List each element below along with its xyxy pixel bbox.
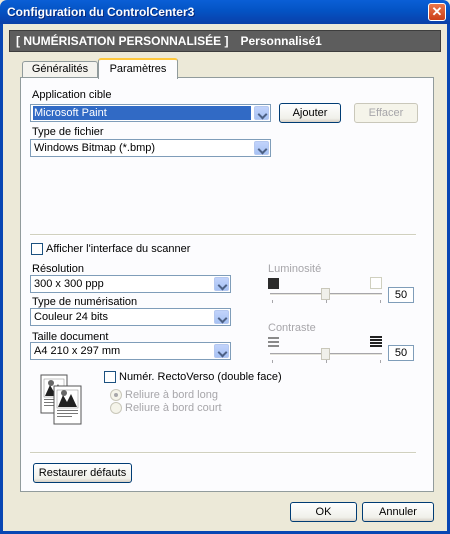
brightness-slider-thumb[interactable]	[321, 288, 330, 300]
duplex-page-icon	[38, 370, 88, 428]
tab-settings[interactable]: Paramètres	[98, 58, 178, 79]
title-bar: Configuration du ControlCenter3 ✕	[0, 0, 450, 24]
show-scanner-ui-checkbox[interactable]	[31, 243, 43, 255]
doc-size-value: A4 210 x 297 mm	[34, 345, 121, 357]
slider-tick	[326, 300, 327, 303]
header-profile: Personnalisé1	[240, 34, 322, 48]
chevron-down-icon[interactable]	[254, 141, 269, 155]
ok-button[interactable]: OK	[290, 502, 357, 522]
target-app-select[interactable]: Microsoft Paint	[30, 104, 271, 122]
delete-button[interactable]: Effacer	[354, 103, 418, 123]
short-edge-radio[interactable]	[110, 402, 122, 414]
contrast-label: Contraste	[268, 322, 316, 334]
resolution-value: 300 x 300 ppp	[34, 278, 104, 290]
chevron-down-icon[interactable]	[254, 106, 269, 120]
add-button[interactable]: Ajouter	[279, 103, 341, 123]
brightness-light-icon	[370, 277, 382, 289]
chevron-down-icon[interactable]	[214, 310, 229, 324]
scan-type-select[interactable]: Couleur 24 bits	[30, 308, 231, 326]
chevron-down-icon[interactable]	[214, 344, 229, 358]
scan-type-value: Couleur 24 bits	[34, 311, 108, 323]
slider-tick	[326, 360, 327, 363]
file-type-select[interactable]: Windows Bitmap (*.bmp)	[30, 139, 271, 157]
target-app-value: Microsoft Paint	[33, 106, 251, 120]
restore-defaults-button[interactable]: Restaurer défauts	[33, 463, 132, 483]
brightness-label: Luminosité	[268, 263, 322, 275]
contrast-high-icon	[370, 336, 382, 348]
doc-size-select[interactable]: A4 210 x 297 mm	[30, 342, 231, 360]
slider-tick	[380, 300, 381, 303]
file-type-label: Type de fichier	[32, 126, 104, 138]
tab-general[interactable]: Généralités	[22, 61, 98, 78]
brightness-dark-icon	[268, 278, 279, 289]
resolution-select[interactable]: 300 x 300 ppp	[30, 275, 231, 293]
contrast-slider-thumb[interactable]	[321, 348, 330, 360]
scan-type-label: Type de numérisation	[32, 296, 138, 308]
brightness-value[interactable]: 50	[388, 287, 414, 303]
resolution-label: Résolution	[32, 263, 84, 275]
slider-tick	[380, 360, 381, 363]
divider	[30, 452, 416, 454]
contrast-value[interactable]: 50	[388, 345, 414, 361]
contrast-low-icon	[268, 336, 279, 348]
slider-tick	[272, 360, 273, 363]
long-edge-label: Reliure à bord long	[125, 389, 218, 401]
divider	[30, 234, 416, 236]
slider-tick	[272, 300, 273, 303]
file-type-value: Windows Bitmap (*.bmp)	[34, 142, 156, 154]
duplex-checkbox[interactable]	[104, 371, 116, 383]
header-band: [ NUMÉRISATION PERSONNALISÉE ] Personnali…	[9, 30, 441, 52]
close-button[interactable]: ✕	[428, 3, 446, 21]
target-app-label: Application cible	[32, 89, 112, 101]
cancel-button[interactable]: Annuler	[362, 502, 434, 522]
window-title: Configuration du ControlCenter3	[7, 5, 195, 19]
long-edge-radio[interactable]	[110, 389, 122, 401]
short-edge-label: Reliure à bord court	[125, 402, 222, 414]
header-mode: [ NUMÉRISATION PERSONNALISÉE ]	[16, 34, 229, 48]
show-scanner-ui-label: Afficher l'interface du scanner	[46, 243, 191, 255]
chevron-down-icon[interactable]	[214, 277, 229, 291]
duplex-label: Numér. RectoVerso (double face)	[119, 371, 282, 383]
